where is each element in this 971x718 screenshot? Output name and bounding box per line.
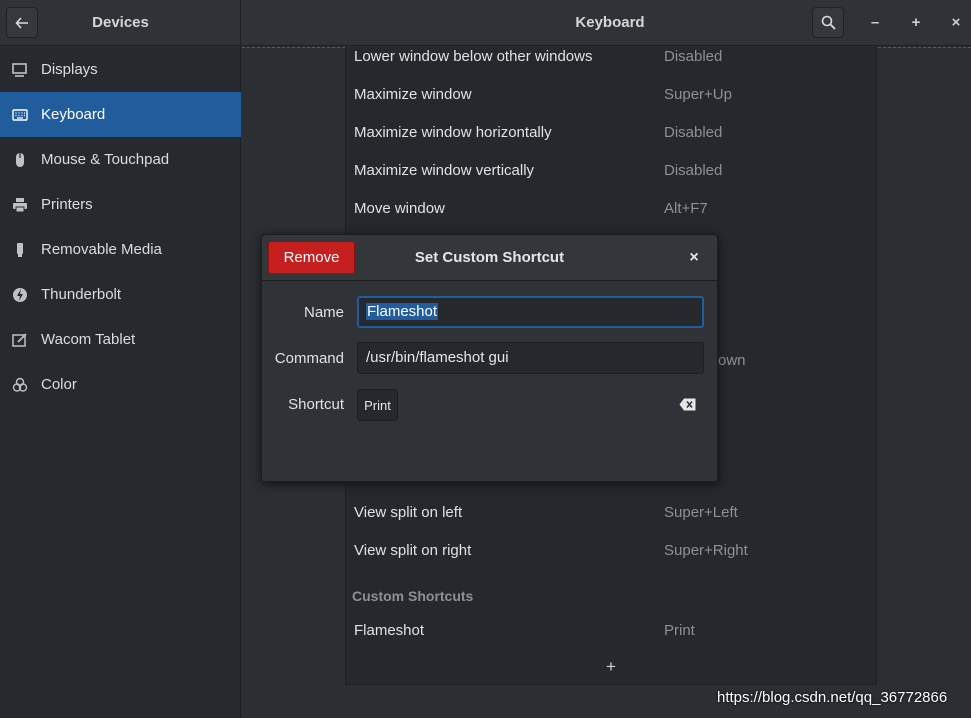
search-icon [821,15,836,30]
color-icon [12,377,28,393]
shortcut-name: Maximize window horizontally [354,124,552,141]
shortcut-name: Lower window below other windows [354,48,593,65]
header-left-pane: Devices [0,0,241,46]
dialog-header: Remove Set Custom Shortcut × [262,235,717,281]
shortcut-name: Flameshot [354,622,425,639]
shortcut-label: Shortcut [288,396,344,413]
shortcut-key: Disabled [664,124,723,141]
sidebar-item-label: Color [41,376,77,393]
command-field[interactable]: /usr/bin/flameshot gui [357,342,704,374]
sidebar-item-mouse-touchpad[interactable]: Mouse & Touchpad [0,137,241,182]
sidebar-item-label: Removable Media [41,241,162,258]
command-label: Command [274,350,344,367]
sidebar-item-label: Printers [41,196,93,213]
header-bar: Devices Keyboard – + × [0,0,971,46]
shortcut-key: Super+Right [664,542,748,559]
printer-icon [12,197,28,213]
sidebar-item-printers[interactable]: Printers [0,182,241,227]
keyboard-icon [12,107,28,123]
shortcut-keycap[interactable]: Print [357,389,398,421]
shortcut-row[interactable]: Maximize window vertically Disabled [346,161,876,199]
close-button[interactable]: × [943,9,969,35]
maximize-button[interactable]: + [903,9,929,35]
sidebar-item-displays[interactable]: Displays [0,47,241,92]
name-field[interactable]: Flameshot [357,296,704,328]
sidebar-item-label: Displays [41,61,98,78]
shortcut-row[interactable]: Lower window below other windows Disable… [346,47,876,85]
name-label: Name [303,304,344,321]
shortcut-key: Super+Left [664,504,738,521]
tablet-icon [12,332,28,348]
thunderbolt-icon [12,287,28,303]
command-field-value: /usr/bin/flameshot gui [366,349,509,366]
shortcut-row[interactable]: Maximize window horizontally Disabled [346,123,876,161]
shortcut-key: Disabled [664,48,723,65]
display-icon [12,62,28,78]
shortcut-key: Super+Up [664,86,732,103]
shortcut-key: Alt+F7 [664,200,708,217]
name-field-value: Flameshot [366,303,439,320]
set-custom-shortcut-dialog: Remove Set Custom Shortcut × Name Flames… [261,234,718,482]
sidebar: Displays Keyboard Mouse & Touchpad Print… [0,47,241,718]
shortcut-key-partial: own [718,352,746,369]
mouse-icon [12,152,28,168]
sidebar-item-color[interactable]: Color [0,362,241,407]
clear-shortcut-button[interactable] [678,396,696,412]
watermark: https://blog.csdn.net/qq_36772866 [717,689,948,706]
dialog-close-button[interactable]: × [683,247,705,269]
dialog-title: Set Custom Shortcut [414,249,565,266]
shortcut-name: View split on right [354,542,472,559]
shortcut-name: Maximize window vertically [354,162,535,179]
sidebar-item-thunderbolt[interactable]: Thunderbolt [0,272,241,317]
shortcut-row[interactable]: Move window Alt+F7 [346,199,876,237]
shortcut-name: Move window [354,200,445,217]
shortcut-row[interactable]: View split on right Super+Right [346,541,876,579]
arrow-left-icon [15,16,28,29]
shortcut-row[interactable]: View split on left Super+Left [346,503,876,541]
add-shortcut-button[interactable]: + [601,657,621,677]
shortcut-row[interactable]: Maximize window Super+Up [346,85,876,123]
search-button[interactable] [812,7,844,38]
remove-button[interactable]: Remove [268,241,355,274]
backspace-icon [679,398,695,410]
shortcut-key: Disabled [664,162,723,179]
back-button[interactable] [6,7,38,38]
shortcut-name: Maximize window [354,86,472,103]
shortcut-name: View split on left [354,504,463,521]
sidebar-item-label: Thunderbolt [41,286,122,303]
sidebar-item-label: Wacom Tablet [41,331,136,348]
custom-shortcut-row[interactable]: Flameshot Print [346,621,876,659]
sidebar-item-label: Keyboard [41,106,106,123]
sidebar-item-label: Mouse & Touchpad [41,151,170,168]
shortcut-key: Print [664,622,695,639]
usb-icon [12,242,28,258]
custom-shortcuts-heading: Custom Shortcuts [352,588,474,604]
sidebar-item-wacom-tablet[interactable]: Wacom Tablet [0,317,241,362]
sidebar-item-removable-media[interactable]: Removable Media [0,227,241,272]
minimize-button[interactable]: – [862,9,888,35]
sidebar-item-keyboard[interactable]: Keyboard [0,92,241,137]
